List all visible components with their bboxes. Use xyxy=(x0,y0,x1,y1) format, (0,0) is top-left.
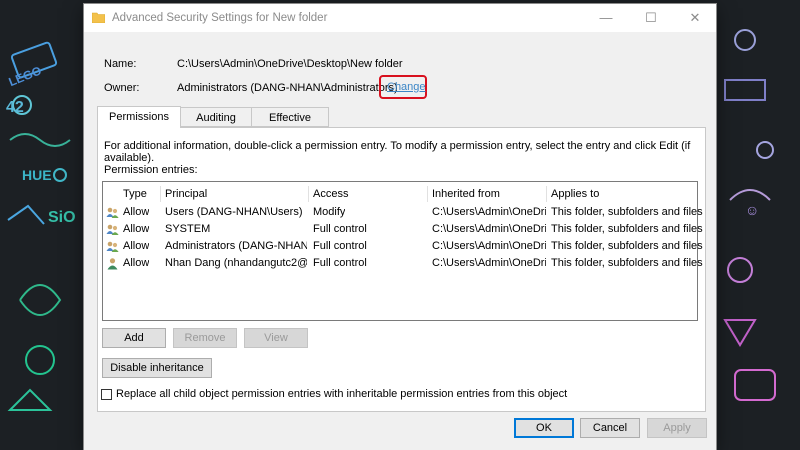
change-owner-link[interactable]: Change xyxy=(387,81,426,93)
window-title: Advanced Security Settings for New folde… xyxy=(112,12,328,24)
row-principal: Nhan Dang (nhandangutc2@g... xyxy=(165,257,307,269)
tab-auditing[interactable]: Auditing xyxy=(180,107,252,127)
permission-entries-list[interactable]: Type Principal Access Inherited from App… xyxy=(102,181,703,321)
table-row[interactable]: Allow Nhan Dang (nhandangutc2@g... Full … xyxy=(103,255,703,272)
row-applies-to: This folder, subfolders and files xyxy=(551,223,703,235)
owner-label: Owner: xyxy=(104,82,140,94)
row-type: Allow xyxy=(123,257,150,269)
advanced-security-dialog: Advanced Security Settings for New folde… xyxy=(84,4,716,450)
row-principal: Administrators (DANG-NHAN\... xyxy=(165,240,307,252)
row-applies-to: This folder, subfolders and files xyxy=(551,206,703,218)
users-group-icon xyxy=(106,241,119,252)
replace-child-permissions-checkbox[interactable] xyxy=(101,389,112,400)
svg-text:☺: ☺ xyxy=(745,202,759,218)
row-applies-to: This folder, subfolders and files xyxy=(551,240,703,252)
table-row[interactable]: Allow Administrators (DANG-NHAN\... Full… xyxy=(103,238,703,255)
row-access: Modify xyxy=(313,206,346,218)
row-applies-to: This folder, subfolders and files xyxy=(551,257,703,269)
user-icon xyxy=(107,258,118,270)
folder-icon xyxy=(92,12,105,23)
view-button[interactable]: View xyxy=(244,328,308,348)
remove-button[interactable]: Remove xyxy=(173,328,237,348)
column-header-inherited-from[interactable]: Inherited from xyxy=(428,186,547,202)
users-group-icon xyxy=(106,207,119,218)
cancel-button[interactable]: Cancel xyxy=(580,418,640,438)
svg-text:SiO: SiO xyxy=(48,209,76,226)
row-inherited-from: C:\Users\Admin\OneDri... xyxy=(432,206,546,218)
row-type: Allow xyxy=(123,206,150,218)
close-button[interactable]: ✕ xyxy=(673,4,717,32)
name-label: Name: xyxy=(104,58,137,70)
column-header-access[interactable]: Access xyxy=(309,186,428,202)
title-bar[interactable]: Advanced Security Settings for New folde… xyxy=(84,4,716,32)
owner-value: Administrators (DANG-NHAN\Administrators… xyxy=(177,82,398,94)
permission-entries-label: Permission entries: xyxy=(104,164,198,176)
permissions-description: For additional information, double-click… xyxy=(104,140,691,164)
svg-text:HUE: HUE xyxy=(22,167,52,183)
object-name: C:\Users\Admin\OneDrive\Desktop\New fold… xyxy=(177,58,403,70)
tab-permissions[interactable]: Permissions xyxy=(97,106,181,128)
column-header-type[interactable]: Type xyxy=(119,186,161,202)
add-button[interactable]: Add xyxy=(102,328,166,348)
table-row[interactable]: Allow Users (DANG-NHAN\Users) Modify C:\… xyxy=(103,204,703,221)
svg-text:42: 42 xyxy=(6,99,24,116)
column-header-principal[interactable]: Principal xyxy=(161,186,309,202)
tab-effective-access[interactable]: Effective Access xyxy=(251,107,329,144)
minimize-button[interactable]: — xyxy=(584,4,628,32)
row-access: Full control xyxy=(313,240,367,252)
apply-button[interactable]: Apply xyxy=(647,418,707,438)
maximize-icon: ☐ xyxy=(645,10,657,25)
column-header-applies-to[interactable]: Applies to xyxy=(547,186,695,202)
row-inherited-from: C:\Users\Admin\OneDri... xyxy=(432,223,546,235)
row-access: Full control xyxy=(313,223,367,235)
users-group-icon xyxy=(106,224,119,235)
ok-button[interactable]: OK xyxy=(514,418,574,438)
row-type: Allow xyxy=(123,240,150,252)
row-type: Allow xyxy=(123,223,150,235)
close-icon: ✕ xyxy=(689,10,701,25)
row-inherited-from: C:\Users\Admin\OneDri... xyxy=(432,257,546,269)
row-principal: SYSTEM xyxy=(165,223,211,235)
row-principal: Users (DANG-NHAN\Users) xyxy=(165,206,303,218)
minimize-icon: — xyxy=(599,10,613,25)
disable-inheritance-button[interactable]: Disable inheritance xyxy=(102,358,212,378)
table-row[interactable]: Allow SYSTEM Full control C:\Users\Admin… xyxy=(103,221,703,238)
replace-child-permissions-label: Replace all child object permission entr… xyxy=(116,388,568,400)
maximize-button[interactable]: ☐ xyxy=(629,4,673,32)
row-inherited-from: C:\Users\Admin\OneDri... xyxy=(432,240,546,252)
row-access: Full control xyxy=(313,257,367,269)
